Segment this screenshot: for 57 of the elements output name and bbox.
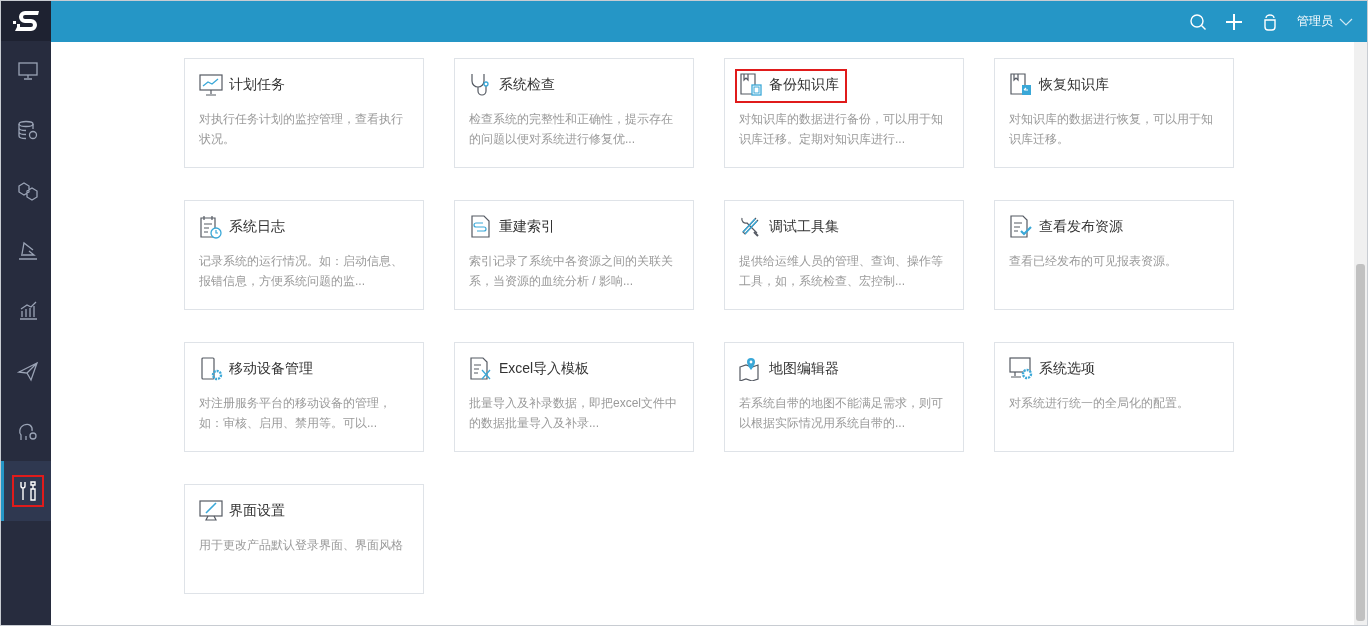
card-description: 索引记录了系统中各资源之间的关联关系，当资源的血统分析 / 影响... — [469, 253, 674, 290]
document-path-icon — [469, 215, 493, 239]
search-icon[interactable] — [1189, 12, 1207, 31]
scrollbar[interactable] — [1354, 42, 1367, 625]
monitor-chart-icon — [199, 73, 223, 97]
card-description: 对系统进行统一的全局化的配置。 — [1009, 395, 1190, 412]
calendar-clock-icon — [199, 215, 223, 239]
monitor-gear-icon — [1009, 357, 1033, 381]
document-check-icon — [1009, 215, 1033, 239]
card-title: 系统检查 — [499, 76, 555, 94]
card-description: 对知识库的数据进行恢复，可以用于知识库迁移。 — [1009, 111, 1214, 148]
tool-card[interactable]: 恢复知识库 对知识库的数据进行恢复，可以用于知识库迁移。 — [994, 58, 1234, 168]
card-description: 对执行任务计划的监控管理，查看执行状况。 — [199, 111, 404, 148]
tool-card[interactable]: 地图编辑器 若系统自带的地图不能满足需求，则可以根据实际情况用系统自带的... — [724, 342, 964, 452]
tool-card[interactable]: 重建索引 索引记录了系统中各资源之间的关联关系，当资源的血统分析 / 影响... — [454, 200, 694, 310]
card-description: 若系统自带的地图不能满足需求，则可以根据实际情况用系统自带的... — [739, 395, 944, 432]
card-description: 批量导入及补录数据，即把excel文件中的数据批量导入及补录... — [469, 395, 678, 432]
card-title: 系统日志 — [229, 218, 285, 236]
book-copy-icon — [739, 73, 763, 97]
card-description: 记录系统的运行情况。如：启动信息、报错信息，方便系统问题的监... — [199, 253, 404, 290]
monitor-brush-icon — [199, 499, 223, 523]
book-restore-icon — [1009, 73, 1033, 97]
tool-card[interactable]: 移动设备管理 对注册服务平台的移动设备的管理，如：审核、启用、禁用等。可以... — [184, 342, 424, 452]
document-x-icon — [469, 357, 493, 381]
tool-card[interactable]: 调试工具集 提供给运维人员的管理、查询、操作等工具，如，系统检查、宏控制... — [724, 200, 964, 310]
card-description: 查看已经发布的可见报表资源。 — [1009, 253, 1178, 270]
tool-card[interactable]: 系统选项 对系统进行统一的全局化的配置。 — [994, 342, 1234, 452]
card-title: 重建索引 — [499, 218, 555, 236]
card-description: 对知识库的数据进行备份，可以用于知识库迁移。定期对知识库进行... — [739, 111, 944, 148]
user-icon[interactable] — [1261, 12, 1279, 31]
plus-icon[interactable] — [1225, 12, 1243, 31]
card-title: 系统选项 — [1039, 360, 1095, 378]
tool-card[interactable]: 查看发布资源 查看已经发布的可见报表资源。 — [994, 200, 1234, 310]
tool-card[interactable]: 系统检查 检查系统的完整性和正确性，提示存在的问题以便对系统进行修复优... — [454, 58, 694, 168]
chevron-down-icon[interactable] — [1339, 16, 1353, 27]
tool-card[interactable]: 计划任务 对执行任务计划的监控管理，查看执行状况。 — [184, 58, 424, 168]
card-title: 调试工具集 — [769, 218, 839, 236]
card-title: Excel导入模板 — [499, 360, 590, 378]
tool-card[interactable]: 备份知识库 对知识库的数据进行备份，可以用于知识库迁移。定期对知识库进行... — [724, 58, 964, 168]
card-title: 备份知识库 — [769, 76, 839, 94]
phone-gear-icon — [199, 357, 223, 381]
card-title: 恢复知识库 — [1039, 76, 1109, 94]
card-title: 计划任务 — [229, 76, 285, 94]
card-title: 查看发布资源 — [1039, 218, 1123, 236]
card-title: 界面设置 — [229, 502, 285, 520]
card-description: 用于更改产品默认登录界面、界面风格 — [199, 537, 404, 554]
tool-card[interactable]: Excel导入模板 批量导入及补录数据，即把excel文件中的数据批量导入及补录... — [454, 342, 694, 452]
tool-card[interactable]: 界面设置 用于更改产品默认登录界面、界面风格 — [184, 484, 424, 594]
card-description: 检查系统的完整性和正确性，提示存在的问题以便对系统进行修复优... — [469, 111, 674, 148]
tool-card[interactable]: 系统日志 记录系统的运行情况。如：启动信息、报错信息，方便系统问题的监... — [184, 200, 424, 310]
sidebar-item[interactable] — [1, 461, 51, 521]
card-title: 地图编辑器 — [769, 360, 839, 378]
card-description: 对注册服务平台的移动设备的管理，如：审核、启用、禁用等。可以... — [199, 395, 392, 432]
tools-icon — [11, 475, 44, 507]
scrollbar-thumb[interactable] — [1356, 264, 1365, 621]
card-title: 移动设备管理 — [229, 360, 313, 378]
card-description: 提供给运维人员的管理、查询、操作等工具，如，系统检查、宏控制... — [739, 253, 944, 290]
